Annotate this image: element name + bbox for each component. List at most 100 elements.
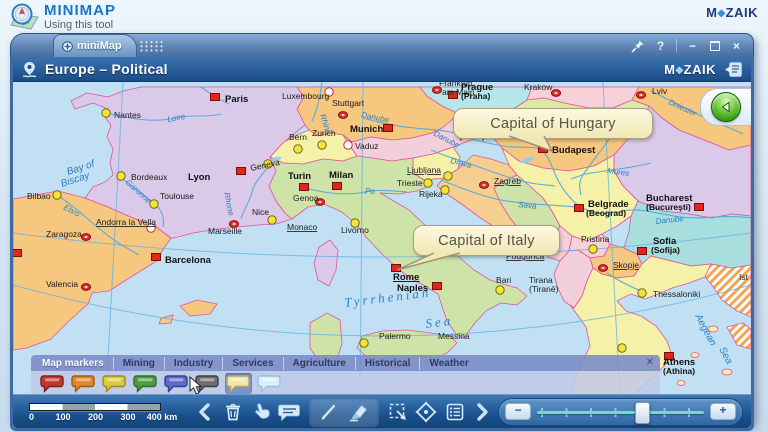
city-marker-ov xyxy=(338,112,347,119)
marker-color-button-0[interactable] xyxy=(39,373,66,394)
map-label: Valencia xyxy=(46,279,78,289)
map-title: Europe – Political xyxy=(45,61,168,77)
scale-tick: 400 km xyxy=(147,412,178,422)
zoom-slider-handle[interactable] xyxy=(635,402,650,424)
map-label: Nice xyxy=(252,207,269,217)
tab-minimap[interactable]: miniMap xyxy=(53,34,137,57)
marker-color-button-2[interactable] xyxy=(101,373,128,394)
chevron-right-icon xyxy=(475,402,491,422)
speech-bubble-marker-icon xyxy=(71,374,96,393)
marker-color-button-7[interactable] xyxy=(256,373,283,394)
city-marker-sq xyxy=(638,248,647,255)
map-label: Lyon xyxy=(188,172,211,183)
minimap-window: miniMap ? − × xyxy=(10,33,754,425)
maximize-icon xyxy=(710,41,720,51)
city-marker-wc xyxy=(344,141,352,149)
marker-panel-tab-mining[interactable]: Mining xyxy=(113,357,164,370)
map-label: Luxembourg xyxy=(282,91,330,101)
city-marker-yc xyxy=(638,289,646,297)
map-label: (Bucureşti) xyxy=(646,202,691,212)
move-view-button[interactable] xyxy=(413,398,439,425)
city-marker-sq xyxy=(237,168,246,175)
city-marker-sq xyxy=(333,183,342,190)
notes-panel-icon[interactable] xyxy=(724,61,743,78)
city-marker-sq xyxy=(575,205,584,212)
map-label: Po xyxy=(365,187,375,196)
highlighter-tool-button[interactable] xyxy=(346,398,373,425)
site-header: MINIMAP Using this tool M◆ZAIK xyxy=(0,0,768,33)
city-marker-sq xyxy=(211,94,220,101)
callout-capital-of-italy[interactable]: Capital of Italy xyxy=(413,225,560,256)
help-button[interactable]: ? xyxy=(654,38,667,53)
delete-button[interactable] xyxy=(219,398,245,425)
selection-tool-button[interactable] xyxy=(385,398,411,425)
zoom-out-button[interactable]: − xyxy=(505,403,531,420)
prev-button[interactable] xyxy=(191,398,217,425)
marker-panel-tab-agriculture[interactable]: Agriculture xyxy=(283,357,355,370)
minimize-button[interactable]: − xyxy=(686,38,699,53)
map-label: Toulouse xyxy=(160,191,194,201)
marker-panel-tab-map-markers[interactable]: Map markers xyxy=(33,357,113,370)
scale-bar xyxy=(29,403,161,411)
back-tab xyxy=(700,88,751,126)
maximize-button[interactable] xyxy=(708,38,721,53)
pan-button[interactable] xyxy=(248,398,274,425)
marker-panel-tab-weather[interactable]: Weather xyxy=(419,357,477,370)
city-marker-sq xyxy=(300,184,309,191)
city-marker-yc xyxy=(496,286,504,294)
selection-icon xyxy=(387,401,409,423)
mouse-cursor-icon xyxy=(189,376,203,394)
marker-color-button-6[interactable] xyxy=(225,373,252,394)
marker-panel-tab-services[interactable]: Services xyxy=(222,357,282,370)
marker-color-button-4[interactable] xyxy=(163,373,190,394)
map-label: Monaco xyxy=(287,222,318,232)
zoom-slider-track[interactable] xyxy=(537,402,704,422)
scale-tick: 200 xyxy=(88,412,103,422)
map-label: Budapest xyxy=(552,145,596,156)
close-button[interactable]: × xyxy=(730,38,743,53)
marker-panel-close-button[interactable]: × xyxy=(647,356,653,368)
speech-bubble-marker-icon xyxy=(40,374,65,393)
map-scale: 0100200300400 km xyxy=(27,400,175,424)
map-label: (Tiranë) xyxy=(529,284,559,294)
next-button[interactable] xyxy=(470,398,496,425)
comment-button[interactable] xyxy=(276,398,302,425)
speech-bubble-marker-icon xyxy=(133,374,158,393)
site-titles: MINIMAP Using this tool xyxy=(44,0,116,31)
map-label: Rijeka xyxy=(419,189,443,199)
minimap-logo-icon xyxy=(8,2,40,30)
map-label: Pristina xyxy=(581,234,610,244)
marker-color-button-3[interactable] xyxy=(132,373,159,394)
marker-panel-tab-historical[interactable]: Historical xyxy=(355,357,420,370)
map-label: (Athina) xyxy=(663,366,695,376)
brand-left: M xyxy=(706,5,717,20)
map-canvas[interactable]: ParisNantesBordeauxToulouseBilbaoZaragoz… xyxy=(13,82,751,394)
scale-tick: 0 xyxy=(29,412,34,422)
callout-text: Capital of Hungary xyxy=(490,116,616,132)
map-label: Genoa xyxy=(293,193,319,203)
marker-color-row xyxy=(31,371,660,394)
window-body: Europe – Political M◆ZAIK xyxy=(10,57,754,431)
zoom-in-button[interactable]: + xyxy=(710,403,736,420)
window-controls-divider xyxy=(676,39,677,52)
map-label: (Sofija) xyxy=(651,245,680,255)
zoom-track-line xyxy=(537,411,704,414)
legend-button[interactable] xyxy=(441,398,467,425)
city-marker-yc xyxy=(618,344,626,352)
trash-icon xyxy=(222,401,244,423)
callout-capital-of-hungary[interactable]: Capital of Hungary xyxy=(453,108,653,139)
city-marker-yc xyxy=(102,109,110,117)
city-marker-sq xyxy=(695,204,704,211)
marker-color-button-1[interactable] xyxy=(70,373,97,394)
titlebar-grip[interactable] xyxy=(139,40,165,52)
back-button[interactable] xyxy=(711,92,741,122)
pin-button[interactable] xyxy=(631,38,645,53)
mozaik-logo: M◆ZAIK xyxy=(706,5,758,20)
marker-panel-tab-industry[interactable]: Industry xyxy=(164,357,222,370)
window-controls: ? − × xyxy=(631,34,743,57)
map-label: Nantes xyxy=(114,110,141,120)
pin-icon xyxy=(631,39,645,53)
city-marker-sq xyxy=(152,254,161,261)
city-marker-yc xyxy=(444,172,452,180)
pencil-tool-button[interactable] xyxy=(315,398,342,425)
